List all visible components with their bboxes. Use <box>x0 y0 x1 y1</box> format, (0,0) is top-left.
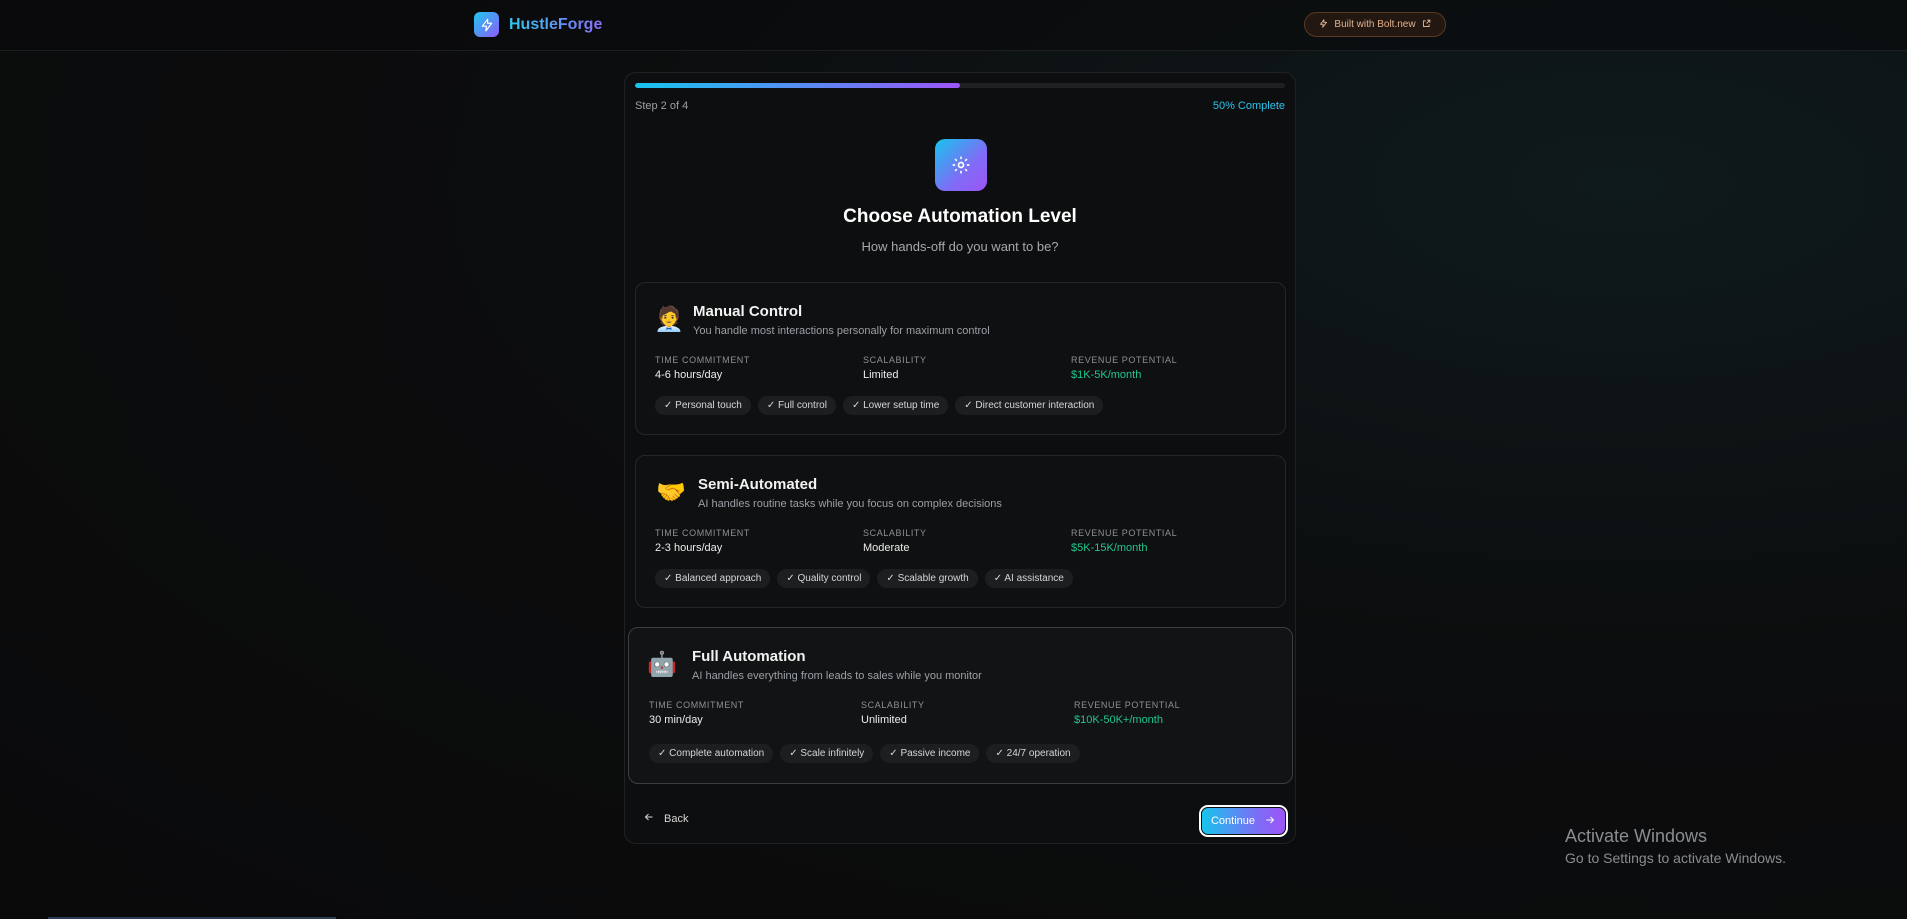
page-subtitle: How hands-off do you want to be? <box>861 239 1059 254</box>
option-description: AI handles everything from leads to sale… <box>692 670 982 682</box>
back-button[interactable]: Back <box>643 811 688 826</box>
feature-chip: ✓ Balanced approach <box>655 569 771 588</box>
feature-chip: ✓ Scalable growth <box>877 569 978 588</box>
option-manual-control[interactable]: 🧑‍💼 Manual Control You handle most inter… <box>635 282 1286 435</box>
progress-fill <box>635 83 960 88</box>
feature-chip: ✓ Personal touch <box>655 396 751 415</box>
person-icon: 🧑‍💼 <box>654 306 684 333</box>
metric-time: TIME COMMITMENT 30 min/day <box>649 700 744 726</box>
feature-chip: ✓ Quality control <box>777 569 871 588</box>
watermark-subtitle: Go to Settings to activate Windows. <box>1565 850 1786 866</box>
option-description: AI handles routine tasks while you focus… <box>698 498 1002 510</box>
feature-list: ✓ Complete automation ✓ Scale infinitely… <box>649 744 1080 763</box>
metric-value: $5K-15K/month <box>1071 542 1148 554</box>
feature-chip: ✓ Lower setup time <box>842 396 949 415</box>
metric-time: TIME COMMITMENT 4-6 hours/day <box>655 355 750 381</box>
windows-activation-watermark: Activate Windows Go to Settings to activ… <box>1565 826 1786 866</box>
feature-chip: ✓ Passive income <box>880 744 980 763</box>
badge-label: Built with Bolt.new <box>1334 19 1416 30</box>
brand-name: HustleForge <box>509 15 603 33</box>
feature-chip: ✓ Scale infinitely <box>780 744 874 763</box>
option-title: Manual Control <box>693 303 803 320</box>
metric-value: Limited <box>863 369 899 381</box>
feature-list: ✓ Balanced approach ✓ Quality control ✓ … <box>655 569 1073 588</box>
metric-scalability: SCALABILITY Limited <box>863 355 927 381</box>
progress-bar <box>635 83 1285 88</box>
option-title: Semi-Automated <box>698 476 818 493</box>
page-title: Choose Automation Level <box>843 206 1077 227</box>
watermark-title: Activate Windows <box>1565 826 1708 846</box>
built-with-bolt-badge[interactable]: Built with Bolt.new <box>1304 12 1446 37</box>
metric-label: REVENUE POTENTIAL <box>1074 700 1181 710</box>
metric-revenue: REVENUE POTENTIAL $1K-5K/month <box>1071 355 1177 381</box>
metric-value: 2-3 hours/day <box>655 542 723 554</box>
metric-value: Moderate <box>863 542 910 554</box>
metric-value: $1K-5K/month <box>1071 369 1142 381</box>
metric-value: Unlimited <box>861 714 907 726</box>
metric-label: REVENUE POTENTIAL <box>1071 528 1178 538</box>
brand[interactable]: HustleForge <box>474 12 602 37</box>
metric-label: TIME COMMITMENT <box>649 700 744 710</box>
metric-label: TIME COMMITMENT <box>655 528 750 538</box>
metric-label: TIME COMMITMENT <box>655 355 750 365</box>
external-link-icon <box>1422 19 1431 31</box>
metric-value: $10K-50K+/month <box>1074 714 1163 726</box>
feature-chip: ✓ 24/7 operation <box>986 744 1080 763</box>
metric-label: SCALABILITY <box>861 700 925 710</box>
feature-chip: ✓ Full control <box>757 396 836 415</box>
lightning-icon <box>1319 18 1328 31</box>
metric-revenue: REVENUE POTENTIAL $5K-15K/month <box>1071 528 1177 554</box>
gear-icon <box>935 139 987 191</box>
feature-chip: ✓ Direct customer interaction <box>955 396 1104 415</box>
top-bar: HustleForge Built with Bolt.new <box>0 0 1907 51</box>
wizard-card: Step 2 of 4 50% Complete Choose Automati… <box>624 72 1296 844</box>
feature-chip: ✓ AI assistance <box>984 569 1073 588</box>
metric-value: 30 min/day <box>649 714 703 726</box>
continue-label: Continue <box>1210 815 1256 827</box>
metric-revenue: REVENUE POTENTIAL $10K-50K+/month <box>1074 700 1180 726</box>
feature-chip: ✓ Complete automation <box>649 744 774 763</box>
arrow-right-icon <box>1264 814 1276 829</box>
back-label: Back <box>664 812 689 825</box>
option-title: Full Automation <box>692 648 806 665</box>
robot-icon: 🤖 <box>647 651 677 678</box>
option-full-automation[interactable]: 🤖 Full Automation AI handles everything … <box>628 627 1293 784</box>
arrow-left-icon <box>643 811 655 826</box>
step-indicator: Step 2 of 4 <box>635 100 689 112</box>
metric-scalability: SCALABILITY Moderate <box>863 528 927 554</box>
metric-value: 4-6 hours/day <box>655 369 723 381</box>
continue-button[interactable]: Continue <box>1199 805 1288 837</box>
metric-scalability: SCALABILITY Unlimited <box>861 700 925 726</box>
lightning-icon <box>474 12 499 37</box>
metric-time: TIME COMMITMENT 2-3 hours/day <box>655 528 750 554</box>
feature-list: ✓ Personal touch ✓ Full control ✓ Lower … <box>655 396 1104 415</box>
metric-label: SCALABILITY <box>863 528 927 538</box>
option-description: You handle most interactions personally … <box>693 325 990 337</box>
metric-label: SCALABILITY <box>863 355 927 365</box>
percent-complete: 50% Complete <box>1212 100 1285 112</box>
option-semi-automated[interactable]: 🤝 Semi-Automated AI handles routine task… <box>635 455 1286 608</box>
metric-label: REVENUE POTENTIAL <box>1071 355 1178 365</box>
handshake-icon: 🤝 <box>656 479 686 506</box>
